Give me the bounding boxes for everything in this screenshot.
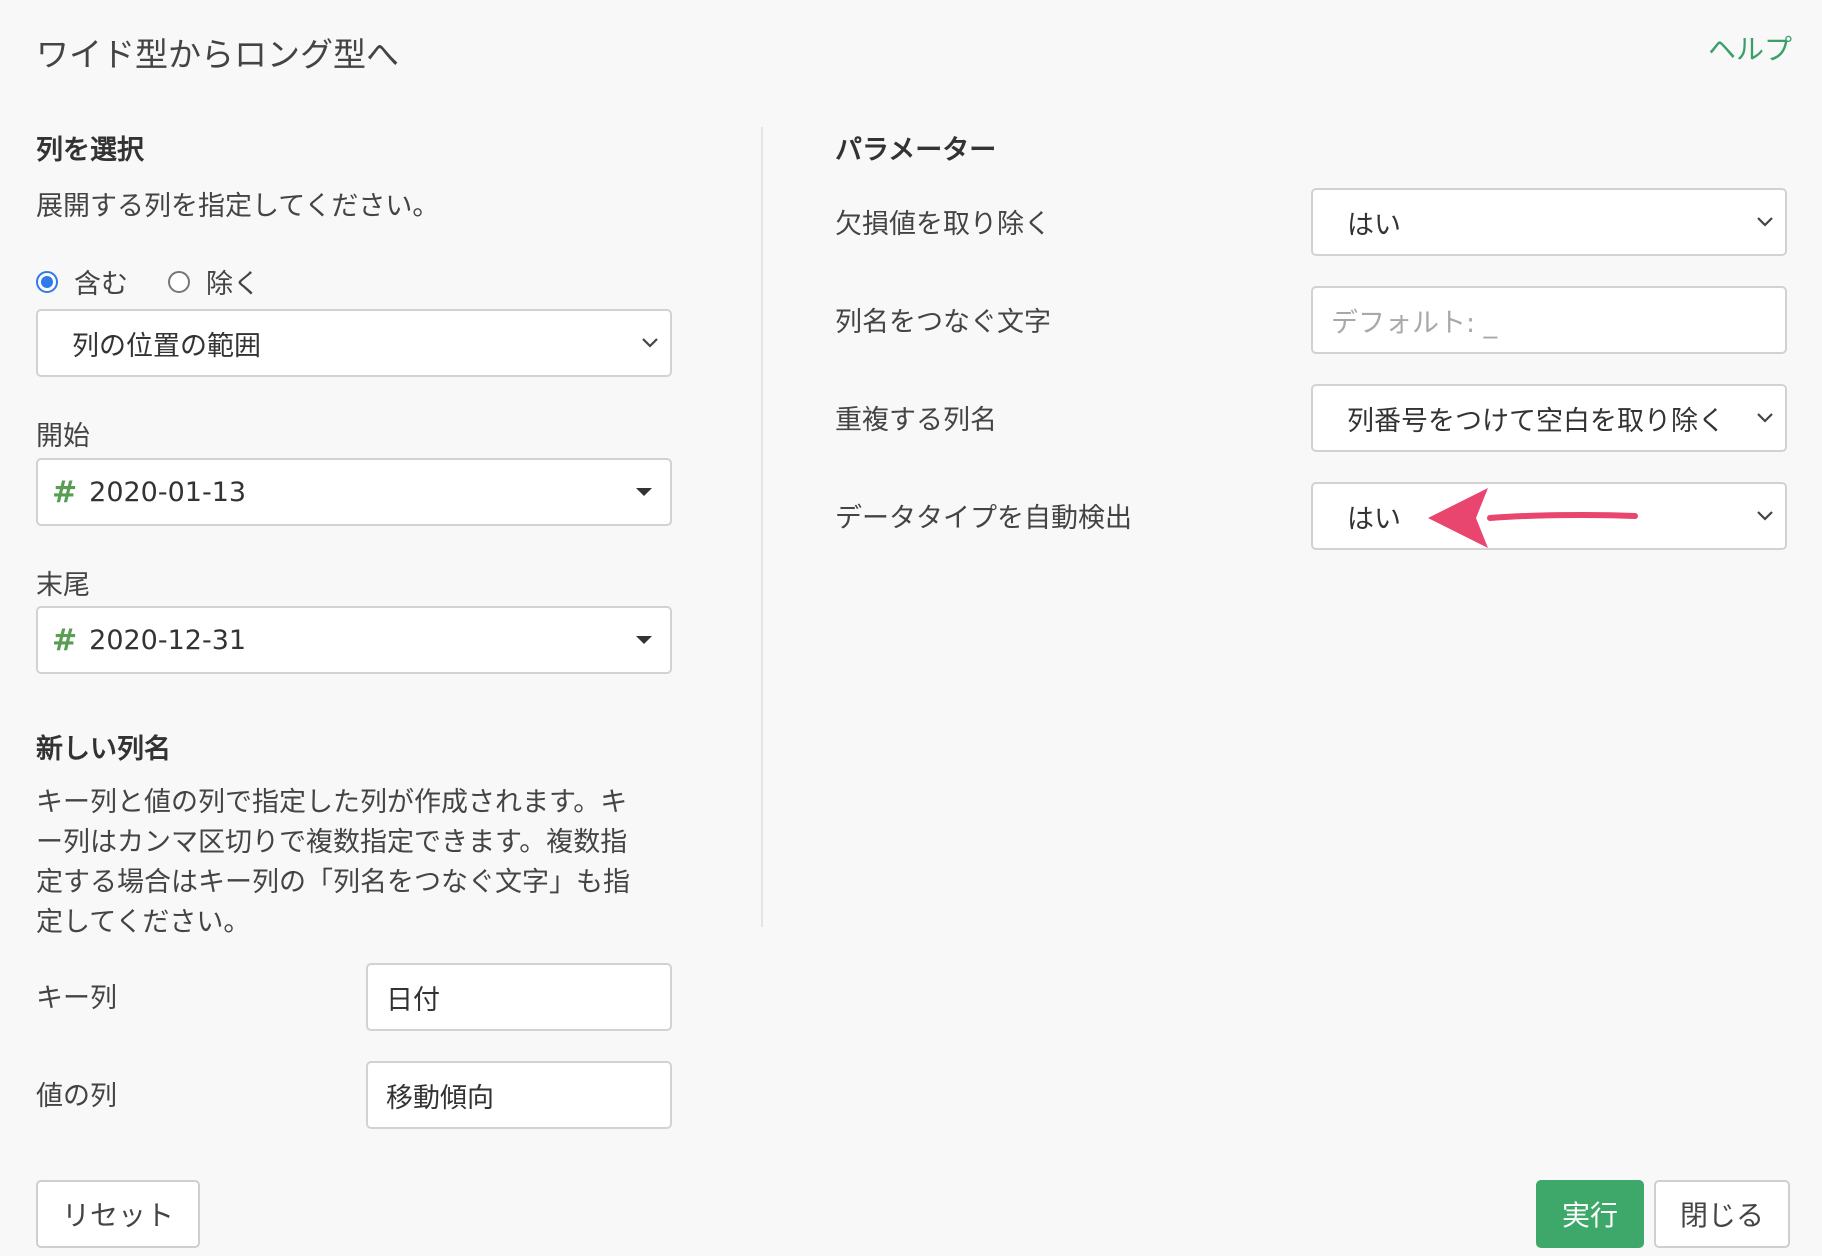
chevron-down-icon [630,337,670,349]
dialog-title: ワイド型からロング型へ [36,35,399,74]
end-label: 末尾 [36,570,90,601]
end-column-value: 2020-12-31 [89,624,247,656]
new-column-names-heading: 新しい列名 [36,734,171,765]
annotation-arrow-icon [1428,488,1638,548]
select-columns-heading: 列を選択 [36,135,144,166]
description-line: 定してください。 [36,907,251,938]
remove-na-value: はい [1347,209,1401,241]
end-column-select[interactable]: # 2020-12-31 [36,606,672,674]
select-columns-description: 展開する列を指定してください。 [36,191,440,222]
value-column-value: 移動傾向 [386,1082,494,1114]
chevron-down-icon [1745,412,1785,424]
start-column-select[interactable]: # 2020-01-13 [36,458,672,526]
duplicate-names-value: 列番号をつけて空白を取り除く [1347,405,1725,437]
duplicate-names-select[interactable]: 列番号をつけて空白を取り除く [1311,384,1787,452]
chevron-down-icon [1745,510,1785,522]
column-selection-method-select[interactable]: 列の位置の範囲 [36,309,672,377]
run-button[interactable]: 実行 [1536,1180,1644,1248]
description-line: 定する場合はキー列の「列名をつなぐ文字」も指 [36,867,630,898]
chevron-down-icon [1745,216,1785,228]
help-link[interactable]: ヘルプ [1708,28,1792,68]
parameters-heading: パラメーター [835,135,997,166]
param-label-separator: 列名をつなぐ文字 [835,307,1051,338]
caret-down-icon [636,636,652,644]
separator-input[interactable]: デフォルト: _ [1311,286,1787,354]
param-label-duplicate-names: 重複する列名 [835,405,997,436]
key-column-value: 日付 [386,984,440,1016]
remove-na-select[interactable]: はい [1311,188,1787,256]
value-column-input[interactable]: 移動傾向 [366,1061,672,1129]
separator-placeholder: デフォルト: _ [1331,307,1498,339]
hash-icon: # [52,474,78,510]
start-label: 開始 [36,421,90,452]
include-exclude-radio-group: 含む 除く [36,262,260,301]
description-line: ー列はカンマ区切りで複数指定できます。複数指 [36,827,628,858]
new-column-names-description: キー列と値の列で指定した列が作成されます。キ ー列はカンマ区切りで複数指定できま… [36,783,630,943]
radio-exclude[interactable] [168,270,190,293]
description-line: キー列と値の列で指定した列が作成されます。キ [36,787,628,818]
close-button[interactable]: 閉じる [1654,1180,1790,1248]
column-selection-method-value: 列の位置の範囲 [72,330,261,362]
reset-button[interactable]: リセット [36,1180,200,1248]
radio-include[interactable] [36,270,58,293]
start-column-value: 2020-01-13 [89,476,247,508]
radio-exclude-label: 除く [206,269,260,300]
param-label-auto-detect-type: データタイプを自動検出 [835,503,1132,534]
radio-include-label: 含む [74,269,128,300]
hash-icon: # [52,622,78,658]
param-label-remove-na: 欠損値を取り除く [835,209,1051,240]
caret-down-icon [636,488,652,496]
key-column-label: キー列 [36,983,117,1014]
key-column-input[interactable]: 日付 [366,963,672,1031]
column-divider [761,127,763,927]
value-column-label: 値の列 [36,1081,117,1112]
